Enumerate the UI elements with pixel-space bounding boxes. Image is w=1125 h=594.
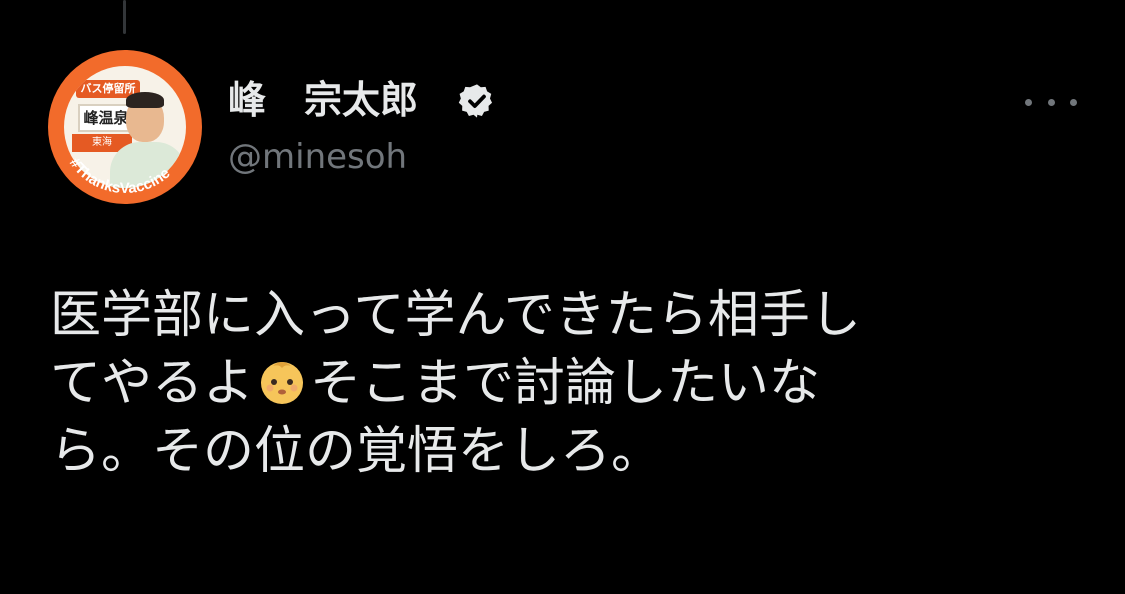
more-dot-icon <box>1047 98 1055 106</box>
verified-badge-icon <box>458 84 493 118</box>
tweet-text: 医学部に入って学んできたら相手し てやるよ そこまで討論したいな ら。その位の覚… <box>50 282 1070 486</box>
tweet-text-line-3: ら。その位の覚悟をしろ。 <box>50 422 663 481</box>
more-dot-icon <box>1025 98 1032 106</box>
thread-connector-line <box>123 0 126 34</box>
more-options-button[interactable] <box>1025 86 1077 118</box>
tweet-text-line-2: てやるよ そこまで討論したいな <box>50 350 1070 418</box>
user-handle[interactable]: @minesoh <box>228 134 407 180</box>
more-dot-icon <box>1070 98 1077 106</box>
baby-emoji-icon <box>261 362 304 404</box>
display-name[interactable]: 峰 宗太郎 <box>228 76 418 124</box>
avatar[interactable]: バス停留所 峰温泉 東海 #ThanksVaccine <box>48 50 202 204</box>
tweet-text-segment: そこまで討論したいな <box>310 354 821 413</box>
svg-text:#ThanksVaccine: #ThanksVaccine <box>66 155 174 197</box>
tweet-text-line-1: 医学部に入って学んできたら相手し <box>50 286 861 345</box>
avatar-ring-text: #ThanksVaccine <box>66 155 174 197</box>
tweet-text-segment: てやるよ <box>50 354 255 413</box>
